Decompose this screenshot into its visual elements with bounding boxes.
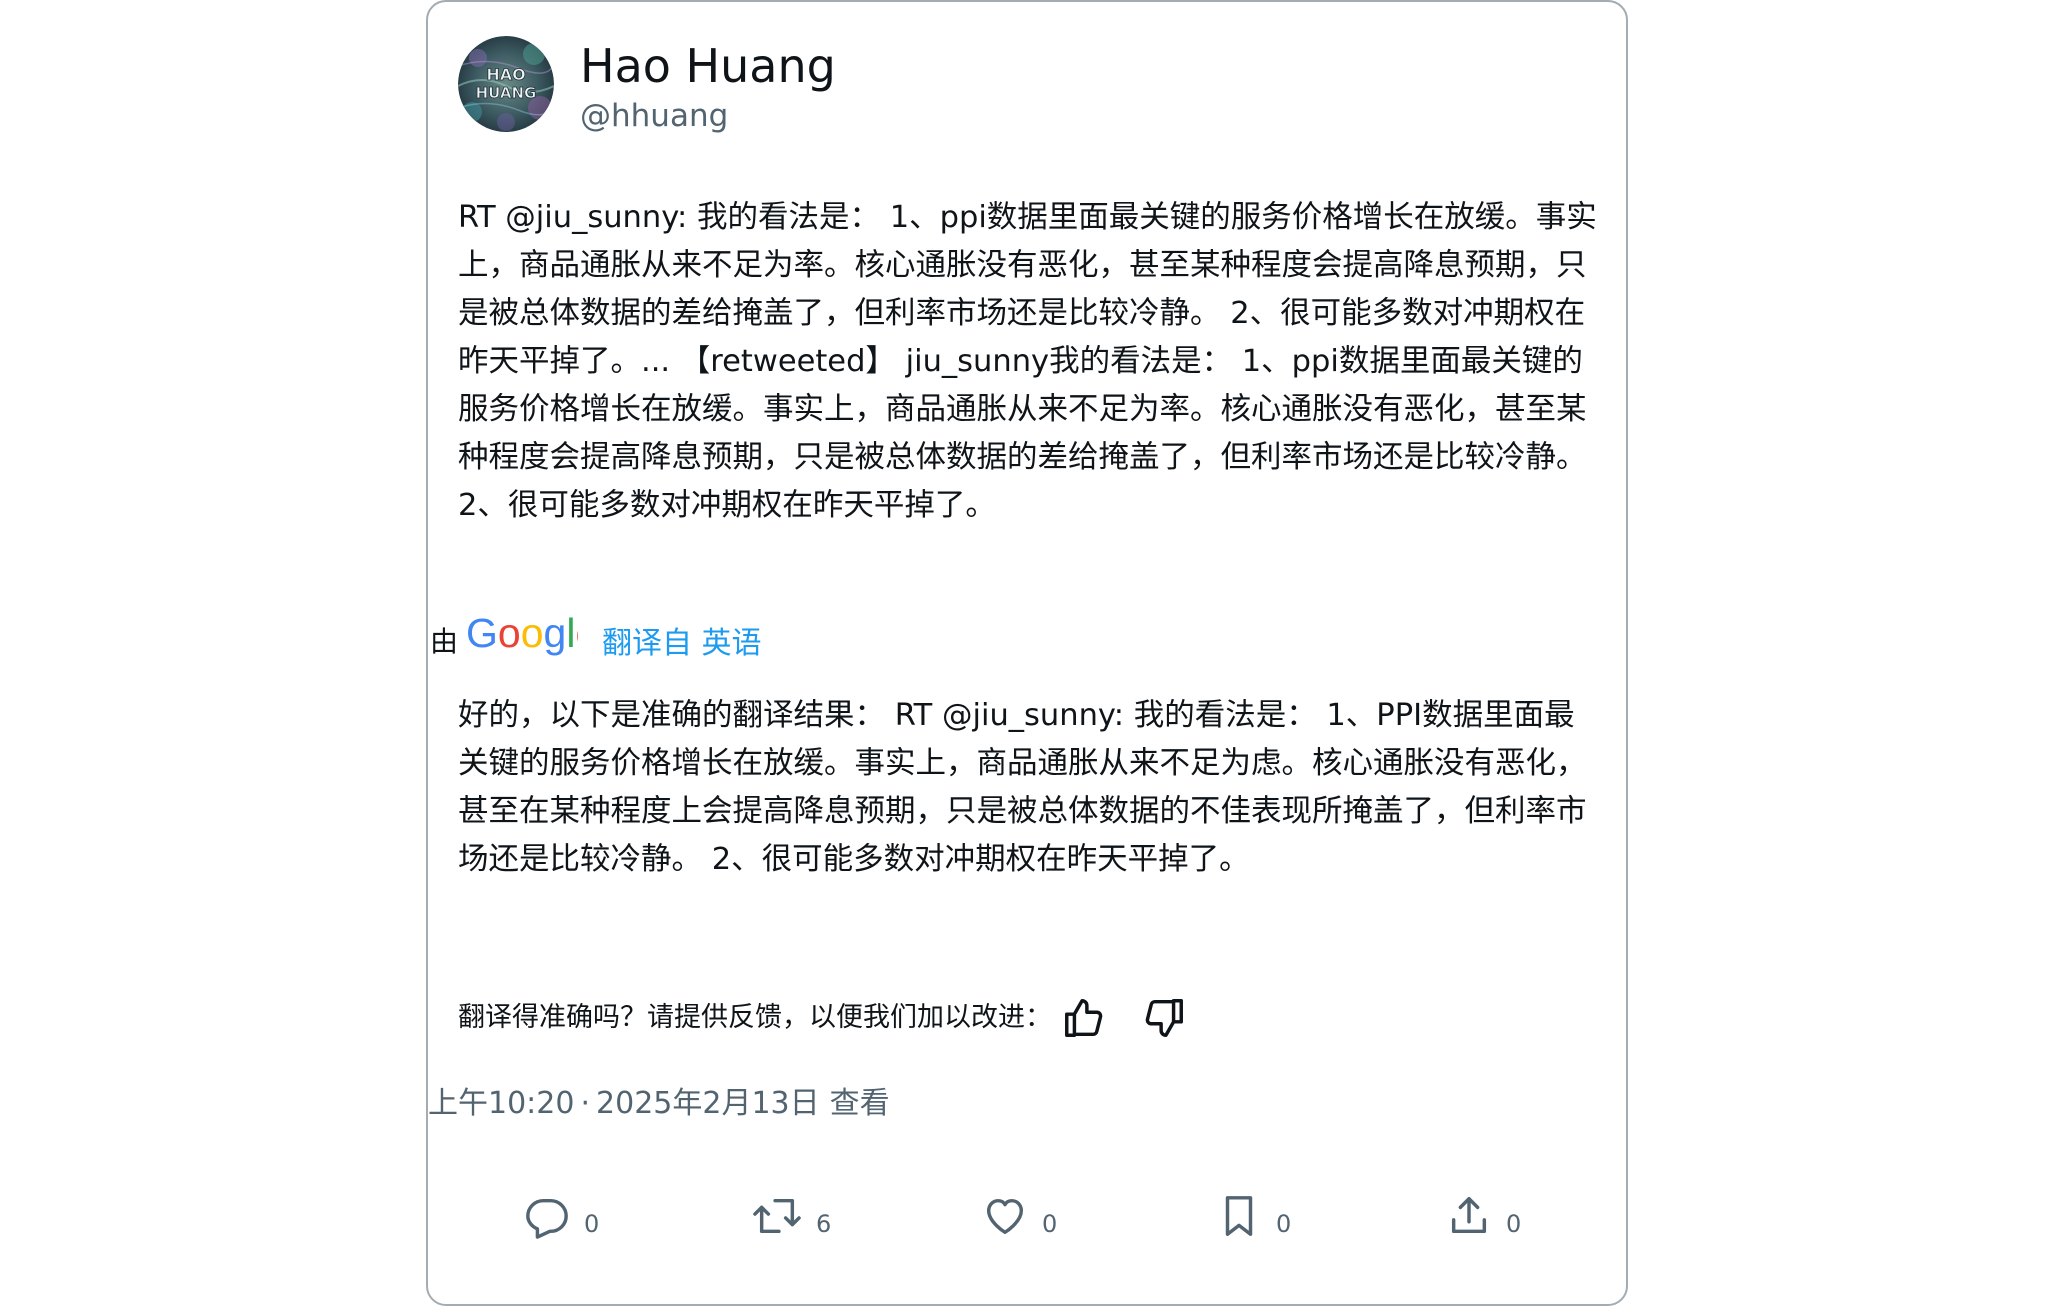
- retweet-icon: [753, 1198, 801, 1234]
- like-button[interactable]: 0: [982, 1190, 1057, 1242]
- like-count: 0: [1042, 1210, 1058, 1238]
- share-button[interactable]: 0: [1446, 1190, 1521, 1242]
- tweet-text: RT @jiu_sunny: 我的看法是： 1、ppi数据里面最关键的服务价格增…: [458, 200, 1597, 523]
- thumbs-up-icon: [1065, 999, 1103, 1037]
- meta-separator: ·: [580, 1086, 591, 1121]
- translation-attribution: 由 Google 翻译自 英语: [430, 604, 762, 664]
- feedback-prompt: 翻译得准确吗？请提供反馈，以便我们加以改进：: [458, 1002, 1052, 1033]
- bookmark-icon: [1225, 1196, 1253, 1236]
- tweet-time[interactable]: 上午10:20: [428, 1086, 574, 1121]
- translated-from-link[interactable]: 翻译自 英语: [602, 624, 762, 664]
- avatar-image: HAO HUANG: [458, 36, 554, 132]
- translated-text: 好的，以下是准确的翻译结果： RT @jiu_sunny: 我的看法是： 1、P…: [458, 698, 1587, 877]
- retweet-button[interactable]: 6: [752, 1190, 831, 1242]
- action-bar: 0 6 0 0 0: [524, 1190, 1544, 1242]
- reply-button[interactable]: 0: [524, 1190, 599, 1242]
- reply-icon: [526, 1198, 568, 1239]
- reply-count: 0: [584, 1210, 600, 1238]
- heart-icon: [986, 1198, 1024, 1235]
- google-logo-text: Google: [466, 614, 578, 656]
- view-link[interactable]: 查看: [830, 1086, 890, 1121]
- share-icon: [1451, 1197, 1487, 1234]
- display-name[interactable]: Hao Huang: [580, 38, 836, 94]
- bookmark-count: 0: [1276, 1210, 1292, 1238]
- bookmark-button[interactable]: 0: [1216, 1190, 1291, 1242]
- thumbs-down-button[interactable]: [1138, 992, 1190, 1044]
- avatar-text-line2: HUANG: [476, 84, 537, 102]
- translated-by-label: 由: [430, 625, 459, 658]
- user-handle[interactable]: @hhuang: [580, 96, 728, 136]
- tweet-card: HAO HUANG Hao Huang @hhuang RT @jiu_sunn…: [426, 0, 1628, 1306]
- translation-feedback: 翻译得准确吗？请提供反馈，以便我们加以改进：: [458, 990, 1190, 1046]
- tweet-date[interactable]: 2025年2月13日: [596, 1086, 820, 1121]
- share-count: 0: [1506, 1210, 1522, 1238]
- avatar[interactable]: HAO HUANG: [458, 36, 554, 132]
- avatar-text-line1: HAO: [486, 65, 525, 84]
- tweet-meta: 上午10:20 · 2025年2月13日 查看: [428, 1082, 890, 1126]
- retweet-count: 6: [816, 1210, 832, 1238]
- thumbs-up-button[interactable]: [1058, 992, 1110, 1044]
- thumbs-down-icon: [1145, 999, 1183, 1037]
- google-logo-icon: Google: [466, 614, 578, 656]
